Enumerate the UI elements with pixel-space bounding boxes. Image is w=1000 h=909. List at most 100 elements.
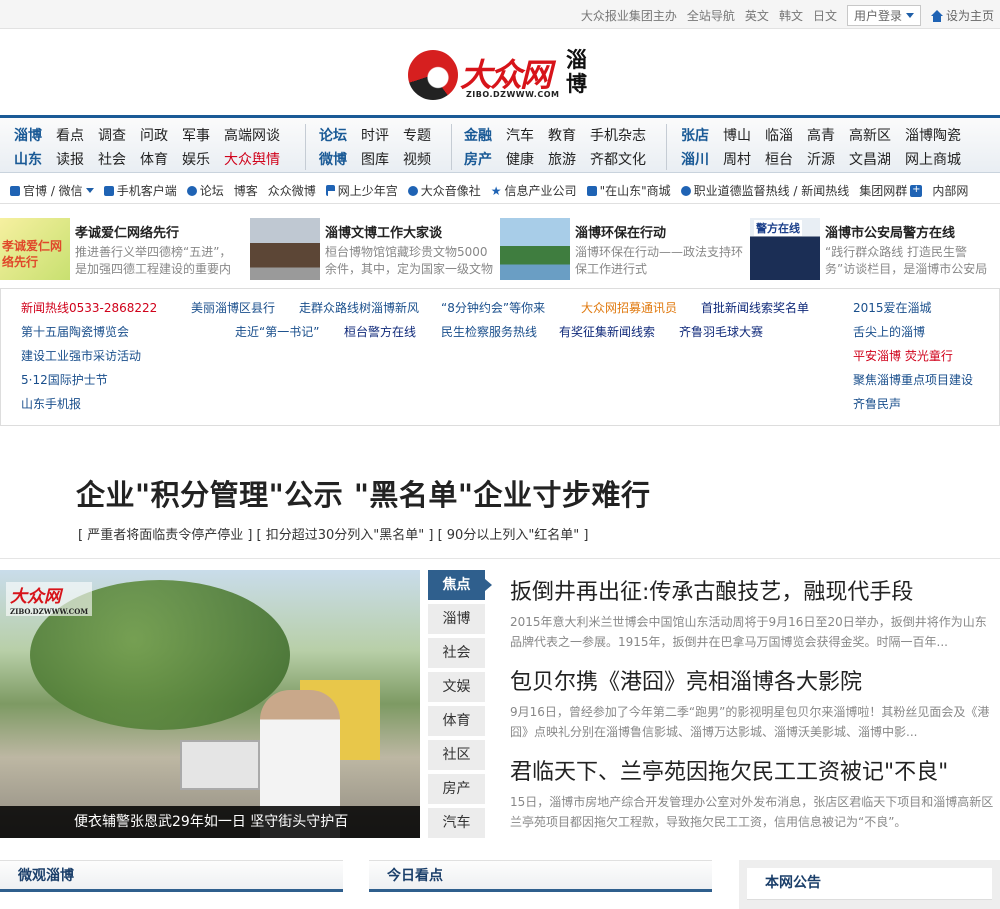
news-title[interactable]: 君临天下、兰亭苑因拖欠民工工资被记"不良" [510, 754, 998, 786]
photo-caption[interactable]: 便衣辅警张恩武29年如一日 坚守街头守护百 [0, 806, 420, 838]
grid-link[interactable]: 5·12国际护士节 [21, 371, 108, 388]
nav-item[interactable]: 桓台 [765, 149, 793, 169]
grid-link[interactable]: 舌尖上的淄博 [853, 323, 925, 340]
subnav-info[interactable]: ★ 信息产业公司 [491, 182, 577, 199]
nav-item[interactable]: 体育 [140, 149, 168, 169]
nav-item[interactable]: 健康 [506, 149, 534, 169]
japanese-link[interactable]: 日文 [813, 7, 837, 24]
feature-title[interactable]: 淄博市公安局警方在线 [825, 222, 955, 241]
subnav-sound[interactable]: 大众音像社 [407, 182, 481, 199]
nav-item[interactable]: 沂源 [807, 149, 835, 169]
grid-link[interactable]: 聚焦淄博重点项目建设 [853, 371, 973, 388]
nav-item[interactable]: 读报 [56, 149, 84, 169]
feature-thumbnail[interactable] [250, 218, 320, 280]
feature-title[interactable]: 淄博文博工作大家谈 [325, 222, 442, 241]
nav-item[interactable]: 周村 [723, 149, 751, 169]
nav-item[interactable]: 调查 [98, 125, 126, 145]
nav-item[interactable]: 高新区 [849, 125, 891, 145]
nav-item[interactable]: 微博 [319, 149, 347, 169]
sethome-link[interactable]: 设为主页 [930, 7, 994, 24]
grid-link[interactable]: 第十五届陶瓷博览会 [21, 323, 129, 340]
feature-item[interactable]: 淄博环保在行动 淄博环保在行动——政法支持环保工作进行式 [500, 218, 750, 280]
focus-photo[interactable]: 大众网 ZIBO.DZWWW.COM 便衣辅警张恩武29年如一日 坚守街头守护百 [0, 570, 420, 838]
grid-link[interactable]: 民生检察服务热线 [441, 323, 537, 340]
subnav-weibo[interactable]: 众众微博 [268, 182, 316, 199]
nav-item[interactable]: 教育 [548, 125, 576, 145]
subnav-forum[interactable]: 论坛 [186, 182, 224, 199]
nav-item[interactable]: 淄博陶瓷 [905, 125, 961, 145]
nav-item[interactable]: 淄川 [681, 149, 709, 169]
tab-community[interactable]: 社区 [428, 740, 485, 770]
grid-link[interactable]: 建设工业强市采访活动 [21, 347, 141, 364]
tab-zibo[interactable]: 淄博 [428, 604, 485, 634]
nav-item[interactable]: 图库 [361, 149, 389, 169]
sitenav-link[interactable]: 全站导航 [687, 7, 735, 24]
subnav-mall[interactable]: "在山东"商城 [586, 182, 671, 199]
nav-item[interactable]: 看点 [56, 125, 84, 145]
nav-item[interactable]: 汽车 [506, 125, 534, 145]
nav-item[interactable]: 博山 [723, 125, 751, 145]
grid-link[interactable]: 走近“第一书记” [235, 323, 319, 340]
feature-title[interactable]: 淄博环保在行动 [575, 222, 666, 241]
nav-item[interactable]: 大众舆情 [224, 149, 280, 169]
subnav-blog[interactable]: 博客 [234, 182, 258, 199]
subnav-youth[interactable]: 网上少年宫 [325, 182, 398, 199]
tab-focus[interactable]: 焦点 [428, 570, 492, 600]
nav-item[interactable]: 社会 [98, 149, 126, 169]
feature-item[interactable]: 警方在线 淄博市公安局警方在线 “践行群众路线 打造民生警务”访谈栏目，是淄博市… [750, 218, 1000, 280]
nav-item[interactable]: 文昌湖 [849, 149, 891, 169]
nav-item[interactable]: 论坛 [319, 125, 347, 145]
grid-link[interactable]: 大众网招募通讯员 [581, 299, 677, 316]
grid-link[interactable]: 平安淄博 荧光童行 [853, 347, 953, 364]
headline-sublinks[interactable]: [ 严重者将面临责令停产停业 ] [ 扣分超过30分列入"黑名单" ] [ 90… [78, 524, 589, 543]
panel-title[interactable]: 今日看点 [369, 860, 712, 892]
hotline-link[interactable]: 新闻热线0533-2868222 [21, 299, 157, 316]
site-logo[interactable]: 大众网 ZIBO.DZWWW.COM 淄博 [408, 44, 598, 106]
grid-link[interactable]: 有奖征集新闻线索 [559, 323, 655, 340]
nav-item[interactable]: 问政 [140, 125, 168, 145]
nav-item[interactable]: 淄博 [14, 125, 42, 145]
grid-link[interactable]: 走群众路线树淄博新风 [299, 299, 419, 316]
feature-thumbnail[interactable]: 孝诚爱仁网络先行 [0, 218, 70, 280]
subnav-hotline[interactable]: 职业道德监督热线 / 新闻热线 [680, 182, 849, 199]
nav-item[interactable]: 高青 [807, 125, 835, 145]
nav-item[interactable]: 旅游 [548, 149, 576, 169]
grid-link[interactable]: 齐鲁羽毛球大赛 [679, 323, 763, 340]
panel-title[interactable]: 微观淄博 [0, 860, 343, 892]
tab-realestate[interactable]: 房产 [428, 774, 485, 804]
nav-item[interactable]: 时评 [361, 125, 389, 145]
grid-link[interactable]: 山东手机报 [21, 395, 81, 412]
grid-link[interactable]: 齐鲁民声 [853, 395, 901, 412]
korean-link[interactable]: 韩文 [779, 7, 803, 24]
tab-sports[interactable]: 体育 [428, 706, 485, 736]
nav-item[interactable]: 娱乐 [182, 149, 210, 169]
subnav-group[interactable]: 集团网群 + [859, 182, 923, 199]
headline-title[interactable]: 企业"积分管理"公示 "黑名单"企业寸步难行 [76, 472, 651, 514]
nav-item[interactable]: 手机杂志 [590, 125, 646, 145]
nav-item[interactable]: 高端网谈 [224, 125, 280, 145]
nav-item[interactable]: 专题 [403, 125, 431, 145]
grid-link[interactable]: 美丽淄博区县行 [191, 299, 275, 316]
tab-society[interactable]: 社会 [428, 638, 485, 668]
grid-link[interactable]: 桓台警方在线 [344, 323, 416, 340]
panel-title[interactable]: 本网公告 [747, 868, 992, 900]
feature-item[interactable]: 孝诚爱仁网络先行 孝诚爱仁网络先行 推进善行义举四德榜“五进”，是加强四德工程建… [0, 218, 250, 280]
nav-item[interactable]: 军事 [182, 125, 210, 145]
news-title[interactable]: 扳倒井再出征:传承古酿技艺，融现代手段 [510, 574, 998, 606]
nav-item[interactable]: 视频 [403, 149, 431, 169]
subnav-wechat[interactable]: 官博 / 微信 [10, 182, 94, 199]
feature-thumbnail[interactable] [500, 218, 570, 280]
tab-entertainment[interactable]: 文娱 [428, 672, 485, 702]
grid-link[interactable]: “8分钟约会”等你来 [441, 299, 545, 316]
nav-item[interactable]: 齐都文化 [590, 149, 646, 169]
login-dropdown[interactable]: 用户登录 [846, 5, 921, 26]
nav-item[interactable]: 金融 [464, 125, 492, 145]
nav-item[interactable]: 临淄 [765, 125, 793, 145]
nav-item[interactable]: 网上商城 [905, 149, 961, 169]
news-title[interactable]: 包贝尔携《港囧》亮相淄博各大影院 [510, 664, 998, 696]
nav-item[interactable]: 山东 [14, 149, 42, 169]
feature-item[interactable]: 淄博文博工作大家谈 桓台博物馆馆藏珍贵文物5000余件，其中，定为国家一级文物的 [250, 218, 500, 280]
nav-item[interactable]: 房产 [464, 149, 492, 169]
feature-title[interactable]: 孝诚爱仁网络先行 [75, 222, 179, 241]
grid-link[interactable]: 2015爱在淄城 [853, 299, 932, 316]
